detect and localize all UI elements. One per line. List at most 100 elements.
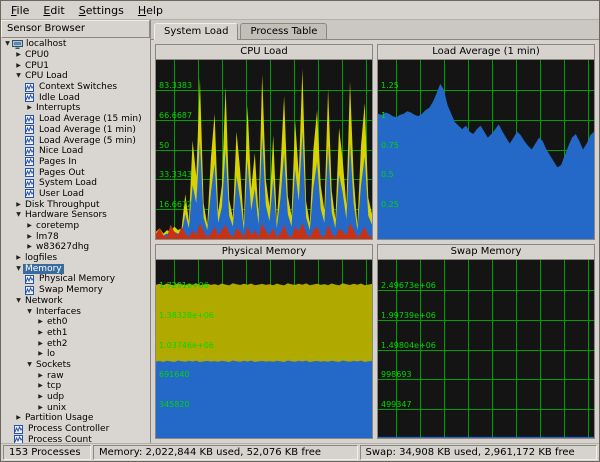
tree-item-load-average-15-min[interactable]: Load Average (15 min) (1, 114, 150, 125)
tree-item-label: Physical Memory (37, 274, 117, 284)
expand-arrow-icon[interactable]: ▶ (14, 200, 23, 210)
sensor-icon (25, 275, 37, 284)
expand-arrow-icon[interactable]: ▶ (14, 50, 23, 60)
tree-item-process-count[interactable]: Process Count (1, 434, 150, 443)
collapse-arrow-icon[interactable]: ▼ (25, 307, 34, 317)
tree-item-nice-load[interactable]: Nice Load (1, 146, 150, 157)
tree-item-lm78[interactable]: ▶lm78 (1, 231, 150, 242)
expand-arrow-icon[interactable]: ▶ (25, 232, 34, 242)
expand-arrow-icon[interactable]: ▶ (36, 403, 45, 413)
tree-item-label: lo (45, 349, 57, 359)
swap-memory-title: Swap Memory (378, 245, 594, 260)
tick-label: 1 (381, 111, 386, 120)
tree-item-physical-memory[interactable]: Physical Memory (1, 274, 150, 285)
tree-item-raw[interactable]: ▶raw (1, 370, 150, 381)
sensor-browser-header[interactable]: Sensor Browser (1, 20, 150, 38)
tree-item-partition-usage[interactable]: ▶Partition Usage (1, 413, 150, 424)
tree-item-eth2[interactable]: ▶eth2 (1, 338, 150, 349)
load-average-chart[interactable]: 1.2510.750.50.25 (378, 60, 594, 239)
tree-item-label: CPU1 (23, 61, 51, 71)
expand-arrow-icon[interactable]: ▶ (36, 317, 45, 327)
tree-item-udp[interactable]: ▶udp (1, 392, 150, 403)
tick-label: 499347 (381, 400, 412, 409)
expand-arrow-icon[interactable]: ▶ (14, 253, 23, 263)
menu-help[interactable]: Help (131, 3, 170, 18)
collapse-arrow-icon[interactable]: ▼ (14, 296, 23, 306)
tab-system-load[interactable]: System Load (154, 23, 238, 40)
expand-arrow-icon[interactable]: ▶ (25, 221, 34, 231)
swap-memory-chart[interactable]: 2.49673e+061.99739e+061.49804e+069986934… (378, 260, 594, 439)
tree-item-context-switches[interactable]: Context Switches (1, 82, 150, 93)
tick-label: 83.3383 (159, 81, 192, 90)
series-used-swap-memory (378, 436, 594, 438)
physical-memory-chart[interactable]: 1.7291e+061.38328e+061.03746e+0669164034… (156, 260, 372, 439)
expand-arrow-icon[interactable]: ▶ (36, 392, 45, 402)
tree-item-disk-throughput[interactable]: ▶Disk Throughput (1, 199, 150, 210)
collapse-arrow-icon[interactable]: ▼ (14, 210, 23, 220)
tree-item-cpu1[interactable]: ▶CPU1 (1, 60, 150, 71)
tree-item-load-average-5-min[interactable]: Load Average (5 min) (1, 135, 150, 146)
tick-label: 16.6672 (159, 200, 192, 209)
cpu-load-chart[interactable]: 83.338366.66875033.334316.6672 (156, 60, 372, 239)
series-load-average-1min (378, 84, 594, 239)
tree-item-interfaces[interactable]: ▼Interfaces (1, 306, 150, 317)
tree-item-lo[interactable]: ▶lo (1, 349, 150, 360)
tree-item-sockets[interactable]: ▼Sockets (1, 360, 150, 371)
tree-item-swap-memory[interactable]: Swap Memory (1, 285, 150, 296)
tick-label: 0.5 (381, 170, 394, 179)
expand-arrow-icon[interactable]: ▶ (36, 328, 45, 338)
expand-arrow-icon[interactable]: ▶ (14, 61, 23, 71)
expand-arrow-icon[interactable]: ▶ (14, 413, 23, 423)
tree-item-label: CPU Load (23, 71, 70, 81)
sensor-icon (25, 125, 37, 134)
tree-item-label: System Load (37, 178, 99, 188)
tree-item-idle-load[interactable]: Idle Load (1, 92, 150, 103)
tick-label: 2.49673e+06 (381, 281, 436, 290)
collapse-arrow-icon[interactable]: ▼ (14, 264, 23, 274)
tree-item-label: Context Switches (37, 82, 119, 92)
tree-item-network[interactable]: ▼Network (1, 296, 150, 307)
expand-arrow-icon[interactable]: ▶ (25, 242, 34, 252)
collapse-arrow-icon[interactable]: ▼ (25, 360, 34, 370)
collapse-arrow-icon[interactable]: ▼ (3, 39, 12, 49)
tree-item-process-controller[interactable]: Process Controller (1, 424, 150, 435)
expand-arrow-icon[interactable]: ▶ (36, 371, 45, 381)
worksheet-tabbar: System Load Process Table (151, 20, 599, 40)
tree-item-load-average-1-min[interactable]: Load Average (1 min) (1, 125, 150, 136)
tree-item-label: localhost (24, 39, 68, 49)
tab-process-table[interactable]: Process Table (240, 23, 327, 39)
collapse-arrow-icon[interactable]: ▼ (14, 71, 23, 81)
expand-arrow-icon[interactable]: ▶ (36, 339, 45, 349)
tree-item-pages-in[interactable]: Pages In (1, 157, 150, 168)
tree-item-pages-out[interactable]: Pages Out (1, 167, 150, 178)
tree-item-w83627dhg[interactable]: ▶w83627dhg (1, 242, 150, 253)
tree-item-label: Interrupts (34, 103, 82, 113)
expand-arrow-icon[interactable]: ▶ (25, 103, 34, 113)
menu-edit[interactable]: Edit (36, 3, 71, 18)
tree-item-user-load[interactable]: User Load (1, 189, 150, 200)
tree-item-tcp[interactable]: ▶tcp (1, 381, 150, 392)
tree-item-system-load[interactable]: System Load (1, 178, 150, 189)
tree-item-label: udp (45, 392, 66, 402)
menu-file[interactable]: File (4, 3, 36, 18)
tree-item-coretemp[interactable]: ▶coretemp (1, 221, 150, 232)
sensor-icon (14, 435, 26, 443)
tree-item-unix[interactable]: ▶unix (1, 402, 150, 413)
tree-item-label: Sockets (34, 360, 73, 370)
tree-item-label: unix (45, 403, 68, 413)
chart-plot: 1.2510.750.50.25 (378, 60, 594, 239)
tree-item-hardware-sensors[interactable]: ▼Hardware Sensors (1, 210, 150, 221)
tree-item-label: Process Count (26, 435, 94, 443)
expand-arrow-icon[interactable]: ▶ (36, 381, 45, 391)
tree-item-logfiles[interactable]: ▶logfiles (1, 253, 150, 264)
tree-item-localhost[interactable]: ▼ localhost (1, 39, 150, 50)
menu-settings[interactable]: Settings (72, 3, 131, 18)
tree-item-eth1[interactable]: ▶eth1 (1, 328, 150, 339)
tree-item-interrupts[interactable]: ▶Interrupts (1, 103, 150, 114)
tree-item-cpu-load[interactable]: ▼CPU Load (1, 71, 150, 82)
tree-item-eth0[interactable]: ▶eth0 (1, 317, 150, 328)
tree-item-memory[interactable]: ▼Memory (1, 263, 150, 274)
tree-item-label: tcp (45, 381, 63, 391)
tree-item-cpu0[interactable]: ▶CPU0 (1, 50, 150, 61)
expand-arrow-icon[interactable]: ▶ (36, 349, 45, 359)
